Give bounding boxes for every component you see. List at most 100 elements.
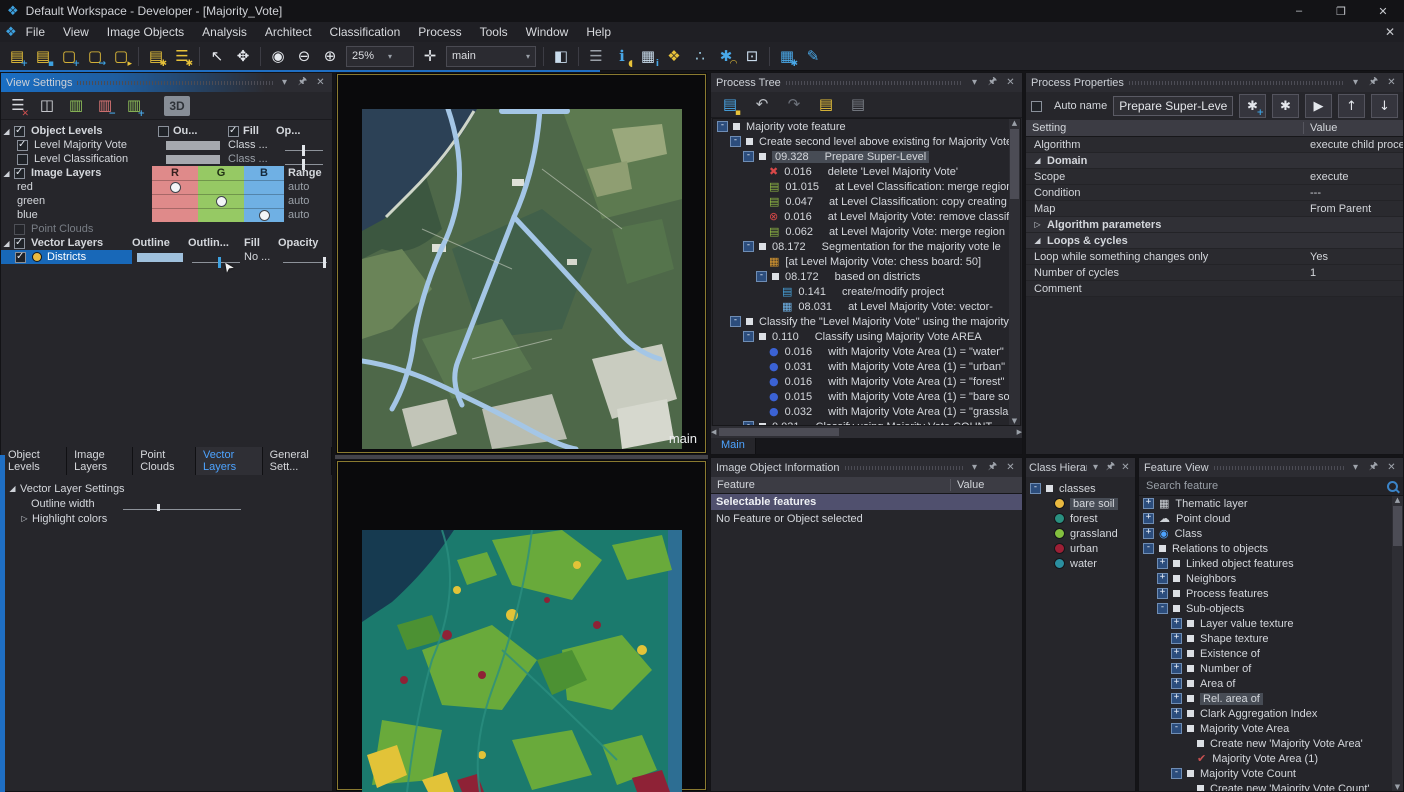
level-fill-mode[interactable]: Class ... <box>228 138 276 152</box>
feature-row[interactable]: + Layer value texture <box>1139 616 1403 631</box>
outline-width-row[interactable]: Outline width <box>1 496 332 511</box>
expander-icon[interactable]: + <box>1171 693 1182 704</box>
property-row[interactable]: Map From Parent <box>1026 201 1403 217</box>
process-row[interactable]: ▦ 08.031 at Level Majority Vote: vector- <box>713 299 1020 314</box>
expander-icon[interactable]: + <box>1171 708 1182 719</box>
view-settings-tab[interactable]: Image Layers <box>67 447 133 475</box>
process-properties-button[interactable]: ▶ <box>1305 94 1332 118</box>
districts-fill-mode[interactable]: No ... <box>244 250 278 264</box>
feature-row[interactable]: ✔ Majority Vote Area (1) <box>1139 751 1403 766</box>
band-row[interactable]: green auto <box>1 194 332 208</box>
expander-icon[interactable]: - <box>1171 768 1182 779</box>
process-tree-tool-icon[interactable]: ↶ <box>749 93 775 117</box>
close-panel-icon[interactable]: ✕ <box>314 77 327 88</box>
level-checkbox[interactable] <box>17 154 28 165</box>
toolbar-icon[interactable]: ▢ → <box>82 44 108 68</box>
panel-menu-icon[interactable]: ▾ <box>278 77 291 88</box>
process-row[interactable]: ✖ 0.016 delete 'Level Majority Vote' <box>713 164 1020 179</box>
toolbar-icon[interactable]: ▢ ▸ <box>108 44 134 68</box>
document-close-icon[interactable]: ✕ <box>1385 25 1395 39</box>
panel-menu-icon[interactable]: ▾ <box>968 462 981 473</box>
toolbar-icon[interactable]: ▤ + <box>4 44 30 68</box>
expander-icon[interactable]: + <box>1171 663 1182 674</box>
value-column-header[interactable]: Value <box>1304 122 1403 134</box>
toolbar-icon[interactable]: ⊕ <box>317 44 343 68</box>
expander-icon[interactable]: - <box>743 331 754 342</box>
feature-search-input[interactable] <box>1144 479 1383 493</box>
panel-menu-icon[interactable]: ▾ <box>968 77 981 88</box>
toolbar-icon[interactable]: ↖ <box>204 44 230 68</box>
expander-icon[interactable]: + <box>1171 633 1182 644</box>
class-row[interactable]: forest <box>1026 511 1135 526</box>
image-layers-checkbox[interactable] <box>14 168 25 179</box>
property-row[interactable]: Algorithm execute child processes <box>1026 137 1403 153</box>
expander-icon[interactable]: - <box>730 136 741 147</box>
highlight-colors-row[interactable]: ▷Highlight colors <box>1 511 332 526</box>
process-row[interactable]: ● 0.016 with Majority Vote Area (1) = "f… <box>713 374 1020 389</box>
class-row[interactable]: urban <box>1026 541 1135 556</box>
toolbar-icon[interactable]: ▤ ▪ <box>30 44 56 68</box>
toolbar-icon[interactable]: ⊖ <box>291 44 317 68</box>
classes-root-row[interactable]: - classes <box>1026 481 1135 496</box>
auto-name-checkbox[interactable] <box>1031 101 1042 112</box>
view-settings-tab[interactable]: Vector Layers <box>196 447 263 475</box>
feature-row[interactable]: + Number of <box>1139 661 1403 676</box>
restore-button[interactable]: ❐ <box>1320 0 1362 22</box>
property-row[interactable]: Scope execute <box>1026 169 1403 185</box>
districts-checkbox[interactable] <box>15 252 26 263</box>
close-button[interactable]: ✕ <box>1362 0 1404 22</box>
process-row[interactable]: ▦ [at Level Majority Vote: chess board: … <box>713 254 1020 269</box>
value-column-header[interactable]: Value <box>951 479 1022 491</box>
level-row[interactable]: Level Classification Class ... <box>1 152 332 166</box>
expander-icon[interactable]: + <box>1171 618 1182 629</box>
band-row[interactable]: blue auto <box>1 208 332 222</box>
feature-row[interactable]: + Process features <box>1139 586 1403 601</box>
toolbar-icon[interactable]: ☰ ✱ <box>169 44 195 68</box>
process-row[interactable]: ▤ 0.141 create/modify project <box>713 284 1020 299</box>
expander-icon[interactable]: - <box>1030 483 1041 494</box>
process-tree-hscrollbar[interactable]: ◀▶ <box>711 426 1022 438</box>
level-checkbox[interactable] <box>17 140 28 151</box>
minimize-button[interactable]: – <box>1278 0 1320 22</box>
process-row[interactable]: ▤ 0.062 at Level Majority Vote: merge re… <box>713 224 1020 239</box>
menu-item[interactable]: Classification <box>321 23 410 41</box>
classification-image[interactable] <box>362 530 682 792</box>
expander-icon[interactable]: + <box>1143 513 1154 524</box>
expander-icon[interactable]: - <box>1143 543 1154 554</box>
main-map-tab[interactable]: Main <box>711 438 756 454</box>
toolbar-icon[interactable]: ✎ <box>800 44 826 68</box>
process-row[interactable]: ● 0.032 with Majority Vote Area (1) = "g… <box>713 404 1020 419</box>
property-row[interactable]: Condition --- <box>1026 185 1403 201</box>
band-range[interactable]: auto <box>284 194 332 208</box>
view-settings-tool-icon[interactable]: ▥ − <box>92 94 118 118</box>
close-panel-icon[interactable]: ✕ <box>1119 462 1132 473</box>
menu-item[interactable]: Process <box>409 23 470 41</box>
class-row[interactable]: water <box>1026 556 1135 571</box>
process-row[interactable]: ● 0.015 with Majority Vote Area (1) = "b… <box>713 389 1020 404</box>
menu-item[interactable]: Tools <box>471 23 517 41</box>
process-properties-button[interactable]: ✱ + <box>1239 94 1266 118</box>
process-row[interactable]: - 08.172 Segmentation for the majority v… <box>713 239 1020 254</box>
blue-band-radio[interactable] <box>259 210 270 221</box>
panel-menu-icon[interactable]: ▾ <box>1349 77 1362 88</box>
image-layers-row[interactable]: ◢ Image Layers R G B Range <box>1 166 332 180</box>
view-settings-tab[interactable]: Object Levels <box>1 447 67 475</box>
toolbar-icon[interactable]: ▦ ✱ <box>774 44 800 68</box>
feature-view-vscrollbar[interactable]: ▲▼ <box>1392 496 1403 791</box>
object-levels-checkbox[interactable] <box>14 126 25 137</box>
toolbar-icon[interactable]: ✛ <box>417 44 443 68</box>
toolbar-icon[interactable]: ▢ + <box>56 44 82 68</box>
districts-outline-swatch[interactable] <box>137 253 183 262</box>
pin-icon[interactable]: 🖈 <box>1367 74 1380 91</box>
process-row[interactable]: - Create second level above existing for… <box>713 134 1020 149</box>
process-row[interactable]: ● 0.016 with Majority Vote Area (1) = "w… <box>713 344 1020 359</box>
toolbar-icon[interactable]: ∴ <box>687 44 713 68</box>
toolbar-icon[interactable]: ▦ i <box>635 44 661 68</box>
pin-icon[interactable]: 🖈 <box>986 459 999 476</box>
map-viewport-bottom[interactable] <box>335 459 708 792</box>
close-panel-icon[interactable]: ✕ <box>1385 462 1398 473</box>
toolbar-icon[interactable]: ✥ <box>230 44 256 68</box>
feature-row[interactable]: - Relations to objects <box>1139 541 1403 556</box>
red-band-radio[interactable] <box>170 182 181 193</box>
feature-row[interactable]: + ▦ Thematic layer <box>1139 496 1403 511</box>
